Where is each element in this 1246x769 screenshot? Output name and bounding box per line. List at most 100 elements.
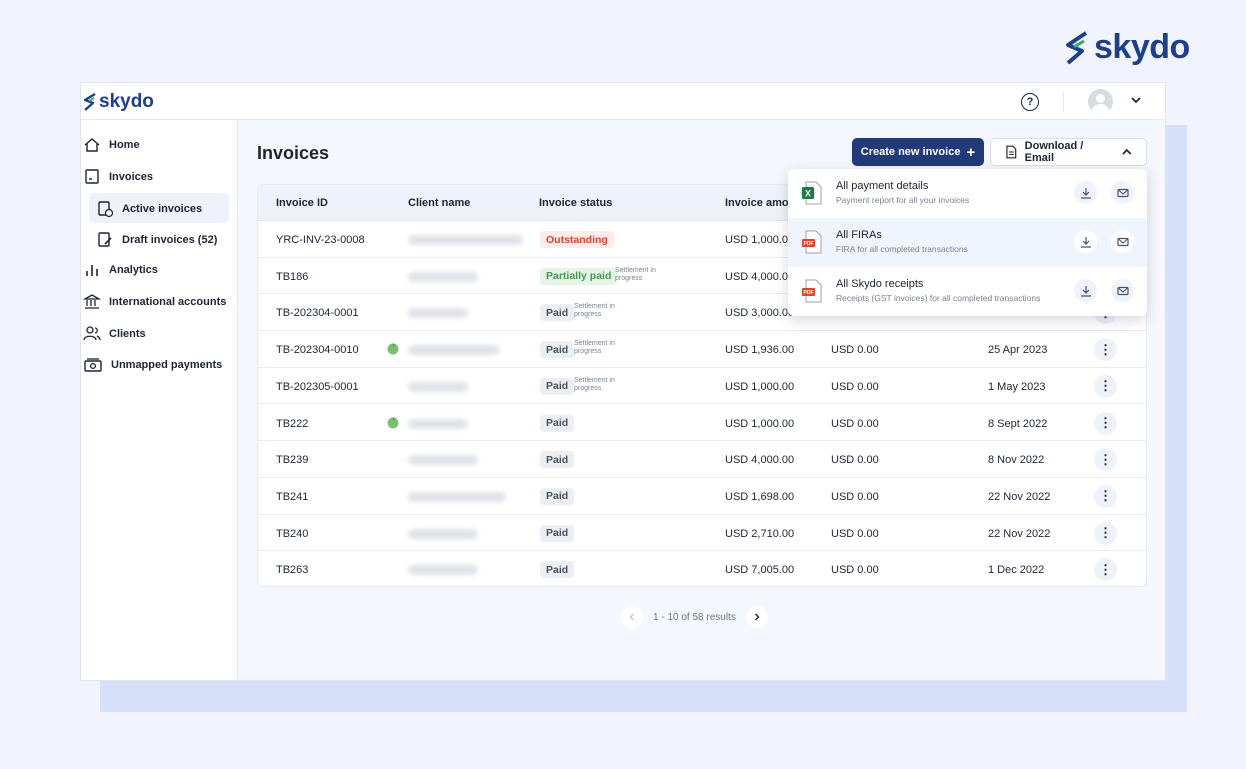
- fee-amount: USD 0.00: [831, 564, 879, 577]
- sidebar-item-label: Active invoices: [122, 203, 203, 215]
- email-icon[interactable]: [1111, 181, 1134, 204]
- chevron-right-icon: [754, 613, 760, 621]
- invoice-id: TB239: [276, 454, 309, 467]
- invoice-amount: USD 1,000.00: [725, 234, 795, 246]
- sidebar-item-active-invoices[interactable]: Active invoices: [96, 200, 202, 218]
- menu-item-all-payment-details[interactable]: X All payment details Payment report for…: [788, 169, 1147, 218]
- top-bar: skydo ?: [81, 83, 1165, 120]
- next-page-button[interactable]: [745, 606, 768, 628]
- create-invoice-button[interactable]: Create new invoice +: [852, 138, 984, 166]
- chevron-up-icon: [1122, 148, 1132, 155]
- status-badge: Paid: [540, 377, 575, 395]
- sidebar-item-unmapped-payments[interactable]: Unmapped payments: [83, 357, 222, 373]
- column-header-invoice-id[interactable]: Invoice ID: [276, 197, 328, 209]
- sync-status-icon: [387, 416, 399, 428]
- sidebar-item-analytics[interactable]: Analytics: [83, 262, 158, 278]
- prev-page-button[interactable]: [621, 606, 643, 628]
- table-row[interactable]: TB263 Paid USD 7,005.00 USD 0.00 1 Dec 2…: [258, 551, 1146, 586]
- fee-amount: USD 0.00: [831, 417, 879, 430]
- fee-amount: USD 0.00: [831, 454, 879, 467]
- table-row[interactable]: TB222 Paid USD 1,000.00 USD 0.00 8 Sept …: [258, 405, 1146, 442]
- document-icon: [1006, 145, 1017, 159]
- email-icon[interactable]: [1111, 230, 1134, 253]
- invoice-date: 8 Nov 2022: [988, 454, 1045, 467]
- row-actions-button[interactable]: ⋮: [1094, 484, 1117, 508]
- invoice-icon: [85, 169, 99, 184]
- status-badge: Paid: [540, 451, 575, 469]
- invoice-amount: USD 1,000.00: [725, 380, 795, 393]
- invoice-id: YRC-INV-23-0008: [276, 234, 365, 246]
- download-icon[interactable]: [1074, 181, 1097, 204]
- column-header-invoice-status[interactable]: Invoice status: [539, 197, 612, 209]
- app-logo[interactable]: skydo: [83, 91, 154, 113]
- row-actions-button[interactable]: ⋮: [1094, 411, 1117, 435]
- menu-item-title: All payment details: [836, 180, 929, 192]
- column-header-client-name[interactable]: Client name: [408, 197, 470, 209]
- row-actions-button[interactable]: ⋮: [1094, 374, 1117, 398]
- menu-item-title: All Skydo receipts: [836, 278, 924, 290]
- excel-file-icon: X: [802, 181, 822, 205]
- table-row[interactable]: TB241 Paid USD 1,698.00 USD 0.00 22 Nov …: [258, 478, 1146, 515]
- avatar[interactable]: [1088, 89, 1113, 114]
- table-row[interactable]: TB-202305-0001 Paid Settlement in progre…: [258, 368, 1146, 405]
- invoice-date: 22 Nov 2022: [988, 490, 1051, 503]
- pagination: 1 - 10 of 58 results: [621, 606, 768, 628]
- logo-wordmark: skydo: [99, 91, 154, 112]
- sidebar-item-label: Unmapped payments: [111, 359, 223, 371]
- help-icon[interactable]: ?: [1021, 93, 1039, 111]
- row-actions-button[interactable]: ⋮: [1094, 558, 1117, 582]
- download-icon[interactable]: [1074, 279, 1097, 302]
- skydo-mark-icon: [83, 93, 96, 111]
- row-actions-button[interactable]: ⋮: [1094, 448, 1117, 472]
- invoice-date: 8 Sept 2022: [988, 417, 1048, 430]
- plus-icon: +: [966, 143, 976, 161]
- download-icon[interactable]: [1074, 230, 1097, 253]
- download-email-button[interactable]: Download / Email: [990, 138, 1147, 166]
- status-badge: Paid: [540, 561, 575, 579]
- menu-item-subtitle: Receipts (GST invoices) for all complete…: [836, 293, 1041, 303]
- row-actions-button[interactable]: ⋮: [1094, 338, 1117, 362]
- sidebar-item-draft-invoices[interactable]: Draft invoices (52): [96, 231, 217, 249]
- invoice-amount: USD 7,005.00: [725, 564, 795, 577]
- bar-chart-icon: [86, 265, 98, 276]
- client-name-redacted: [408, 271, 478, 282]
- row-actions-button[interactable]: ⋮: [1094, 521, 1117, 545]
- client-name-redacted: [408, 235, 523, 245]
- client-name-redacted: [408, 528, 478, 539]
- cash-icon: [84, 358, 102, 372]
- table-row[interactable]: TB239 Paid USD 4,000.00 USD 0.00 8 Nov 2…: [258, 441, 1146, 478]
- client-name-redacted: [408, 491, 506, 502]
- menu-item-title: All FIRAs: [836, 229, 882, 241]
- sidebar-item-label: Invoices: [109, 170, 154, 183]
- sidebar-item-label: Home: [109, 139, 140, 151]
- invoice-date: 1 May 2023: [988, 380, 1046, 393]
- menu-item-subtitle: FIRA for all completed transactions: [836, 244, 968, 254]
- fee-amount: USD 0.00: [831, 490, 879, 503]
- pdf-file-icon: PDF: [802, 230, 822, 254]
- page-title: Invoices: [257, 143, 330, 163]
- chevron-down-icon[interactable]: [1129, 93, 1143, 107]
- sidebar-item-clients[interactable]: Clients: [83, 325, 146, 342]
- status-badge: Outstanding: [540, 231, 614, 248]
- home-icon: [84, 138, 100, 152]
- sidebar-item-label: Analytics: [109, 264, 158, 276]
- download-email-label: Download / Email: [1024, 140, 1084, 164]
- menu-item-all-firas[interactable]: PDF All FIRAs FIRA for all completed tra…: [788, 218, 1147, 267]
- invoice-amount: USD 1,698.00: [725, 490, 795, 503]
- users-icon: [83, 326, 101, 341]
- sidebar-item-international-accounts[interactable]: International accounts: [83, 293, 226, 310]
- brand-wordmark: skydo: [1094, 28, 1190, 66]
- table-row[interactable]: TB-202304-0010 Paid Settlement in progre…: [258, 331, 1146, 368]
- invoice-amount: USD 1,000.00: [725, 417, 795, 430]
- table-row[interactable]: TB240 Paid USD 2,710.00 USD 0.00 22 Nov …: [258, 515, 1146, 552]
- client-name-redacted: [408, 455, 478, 466]
- menu-item-all-skydo-receipts[interactable]: PDF All Skydo receipts Receipts (GST inv…: [788, 267, 1147, 316]
- pagination-summary: 1 - 10 of 58 results: [653, 611, 736, 623]
- settlement-note: Settlement in progress: [574, 376, 615, 392]
- invoice-date: 1 Dec 2022: [988, 564, 1045, 577]
- sidebar-item-home[interactable]: Home: [83, 137, 140, 153]
- invoice-amount: USD 4,000.00: [725, 270, 795, 283]
- sidebar-item-invoices[interactable]: Invoices: [83, 168, 153, 185]
- email-icon[interactable]: [1111, 279, 1134, 302]
- invoice-amount: USD 1,936.00: [725, 344, 795, 357]
